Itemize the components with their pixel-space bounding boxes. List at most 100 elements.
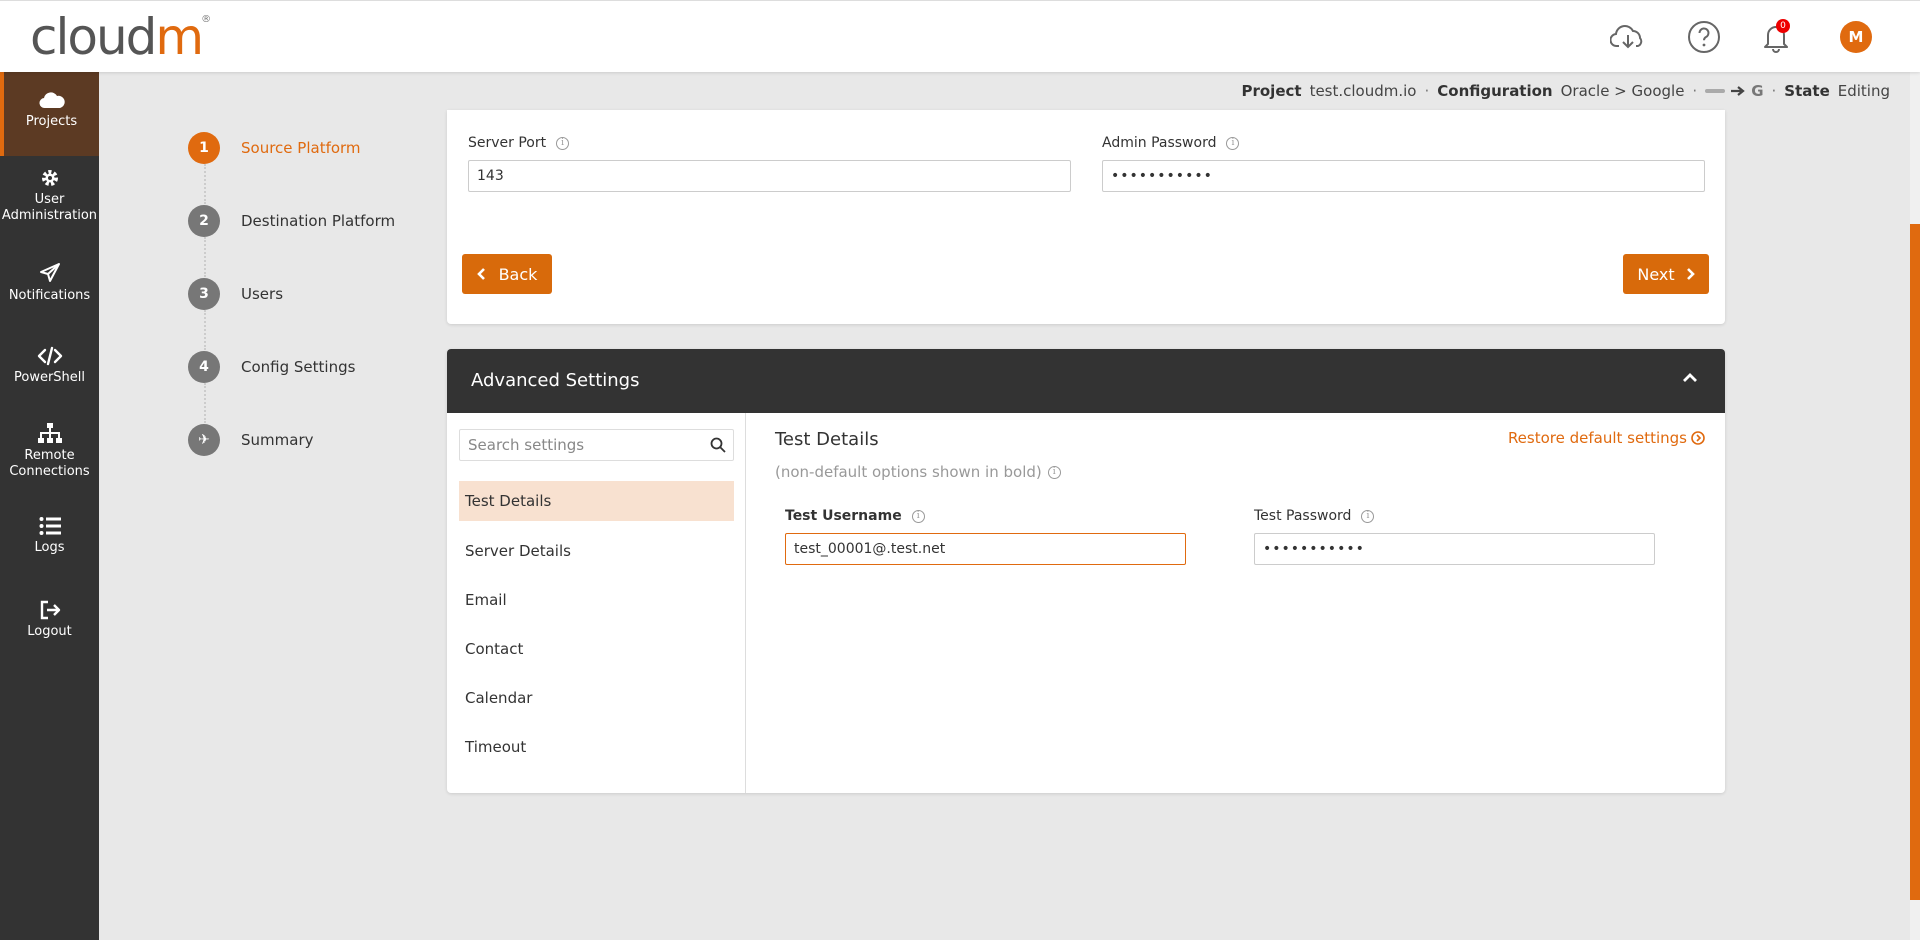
restore-default-settings-link[interactable]: Restore default settings xyxy=(1508,429,1705,447)
menu-item-email[interactable]: Email xyxy=(459,580,734,620)
settings-menu: Search settings Test Details Server Deta… xyxy=(447,413,746,793)
admin-password-input[interactable]: ••••••••••• xyxy=(1102,160,1705,192)
menu-item-test-details[interactable]: Test Details xyxy=(459,481,734,521)
server-port-input[interactable]: 143 xyxy=(468,160,1071,192)
advanced-settings-title: Advanced Settings xyxy=(471,370,640,391)
next-button-label: Next xyxy=(1637,264,1675,284)
project-key: Project xyxy=(1241,82,1302,100)
info-icon[interactable]: i xyxy=(1226,136,1240,150)
cloud-download-icon[interactable] xyxy=(1608,17,1648,57)
test-username-label: Test Username i xyxy=(785,508,925,524)
logout-icon xyxy=(40,600,60,620)
user-avatar[interactable]: M xyxy=(1840,21,1872,53)
step-label: Config Settings xyxy=(241,358,356,376)
info-icon[interactable]: i xyxy=(1361,509,1375,523)
search-placeholder: Search settings xyxy=(468,436,585,454)
advanced-settings-panel: Advanced Settings Search settings Test D… xyxy=(447,349,1725,793)
sidebar: Projects User Administration Notificatio… xyxy=(0,72,99,940)
menu-item-contact[interactable]: Contact xyxy=(459,629,734,669)
search-icon xyxy=(710,437,726,453)
chevron-right-icon xyxy=(1686,268,1695,280)
non-default-note-text: (non-default options shown in bold) xyxy=(775,463,1042,481)
step-label: Summary xyxy=(241,431,314,449)
sitemap-icon xyxy=(37,423,62,443)
top-header: cloudm ® 0 M xyxy=(0,0,1920,72)
info-icon[interactable]: i xyxy=(556,136,570,150)
sidebar-item-remote-connections[interactable]: Remote Connections xyxy=(0,422,99,492)
sidebar-item-powershell[interactable]: PowerShell xyxy=(0,346,99,402)
server-port-label: Server Port i xyxy=(468,135,570,151)
sidebar-item-label: Projects xyxy=(25,114,78,129)
info-icon[interactable]: i xyxy=(1047,465,1061,479)
test-password-label-text: Test Password xyxy=(1254,508,1352,524)
project-info-bar: Project test.cloudm.io · Configuration O… xyxy=(1241,82,1890,100)
admin-password-label-text: Admin Password xyxy=(1102,135,1217,151)
step-label: Destination Platform xyxy=(241,212,396,230)
step-destination-platform[interactable]: 2 Destination Platform xyxy=(188,205,395,237)
step-number: 2 xyxy=(188,205,220,237)
restore-label: Restore default settings xyxy=(1507,429,1687,447)
step-users[interactable]: 3 Users xyxy=(188,278,283,310)
non-default-note: (non-default options shown in bold) i xyxy=(775,463,1061,481)
settings-content: Test Details Restore default settings (n… xyxy=(747,413,1725,793)
back-button-label: Back xyxy=(498,264,538,284)
state-value: Editing xyxy=(1837,82,1890,100)
menu-item-timeout[interactable]: Timeout xyxy=(459,727,734,767)
code-icon xyxy=(37,346,62,366)
sidebar-item-label: Notifications xyxy=(8,288,91,303)
separator: · xyxy=(1424,82,1430,100)
chevron-circle-right-icon xyxy=(1691,431,1705,445)
step-summary[interactable]: ✈ Summary xyxy=(188,424,314,456)
sidebar-item-user-administration[interactable]: User Administration xyxy=(0,168,99,238)
google-logo-icon: G xyxy=(1751,82,1764,100)
sidebar-item-logs[interactable]: Logs xyxy=(0,516,99,572)
search-settings-input[interactable]: Search settings xyxy=(459,429,734,461)
sidebar-item-label: PowerShell xyxy=(13,370,86,385)
server-port-label-text: Server Port xyxy=(468,135,547,151)
step-connector xyxy=(204,164,206,204)
oracle-logo-icon xyxy=(1705,89,1726,93)
paper-plane-icon xyxy=(39,263,60,282)
sidebar-item-label: User Administration xyxy=(1,192,98,223)
info-icon[interactable]: i xyxy=(911,509,925,523)
next-button[interactable]: Next xyxy=(1623,254,1709,294)
menu-item-server-details[interactable]: Server Details xyxy=(459,531,734,571)
admin-password-label: Admin Password i xyxy=(1102,135,1240,151)
logo-text-cloud: cloud xyxy=(30,8,157,66)
chevron-left-icon xyxy=(476,268,485,280)
step-label: Source Platform xyxy=(241,139,361,157)
test-username-input[interactable]: test_00001@.test.net xyxy=(785,533,1186,565)
menu-item-calendar[interactable]: Calendar xyxy=(459,678,734,718)
cloud-icon xyxy=(38,92,65,109)
step-connector xyxy=(204,383,206,423)
bell-icon[interactable]: 0 xyxy=(1756,17,1796,57)
configuration-value: Oracle > Google xyxy=(1560,82,1685,100)
section-title: Test Details xyxy=(775,429,879,450)
separator: · xyxy=(1771,82,1777,100)
page-scrollbar-thumb[interactable] xyxy=(1910,224,1920,900)
sidebar-item-label: Logout xyxy=(27,624,72,639)
test-password-input[interactable]: ••••••••••• xyxy=(1254,533,1655,565)
step-number: 1 xyxy=(188,132,220,164)
back-button[interactable]: Back xyxy=(462,254,552,294)
logo-registered-mark: ® xyxy=(201,14,212,25)
help-icon[interactable] xyxy=(1684,17,1724,57)
separator: · xyxy=(1692,82,1698,100)
paper-plane-icon: ✈ xyxy=(188,424,220,456)
advanced-settings-header[interactable]: Advanced Settings xyxy=(447,349,1725,413)
list-icon xyxy=(39,517,61,535)
cloudm-logo[interactable]: cloudm ® xyxy=(30,12,211,62)
step-source-platform[interactable]: 1 Source Platform xyxy=(188,132,361,164)
configuration-key: Configuration xyxy=(1437,82,1553,100)
chevron-up-icon xyxy=(1683,373,1697,382)
gear-icon xyxy=(41,170,58,186)
project-value: test.cloudm.io xyxy=(1309,82,1417,100)
arrow-right-icon xyxy=(1731,86,1745,96)
sidebar-item-projects[interactable]: Projects xyxy=(0,72,99,156)
step-config-settings[interactable]: 4 Config Settings xyxy=(188,351,355,383)
step-number: 3 xyxy=(188,278,220,310)
sidebar-item-notifications[interactable]: Notifications xyxy=(0,262,99,318)
sidebar-item-logout[interactable]: Logout xyxy=(0,600,99,656)
step-number: 4 xyxy=(188,351,220,383)
step-connector xyxy=(204,237,206,277)
